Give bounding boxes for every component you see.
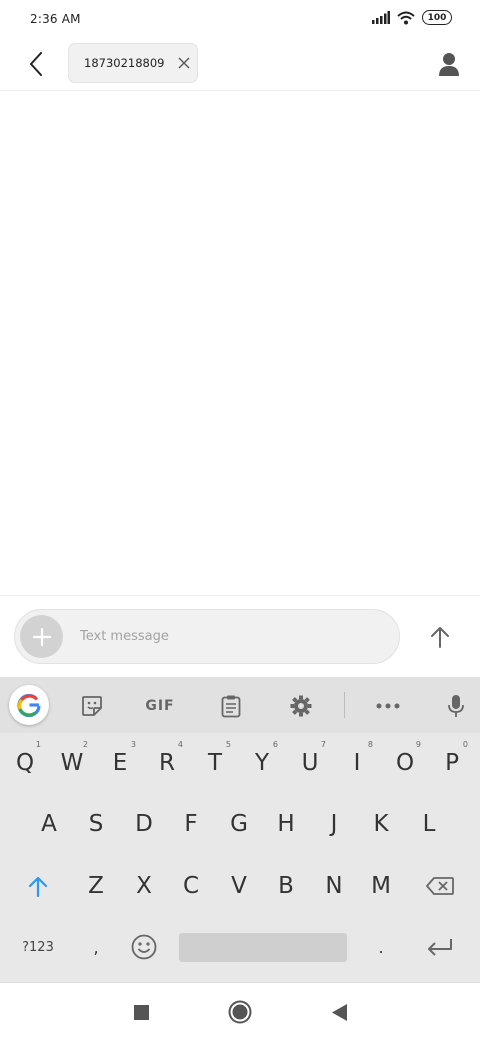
key-f[interactable]: F	[169, 798, 213, 850]
key-p[interactable]: P0	[430, 737, 474, 789]
emoji-key[interactable]	[122, 921, 166, 973]
shift-key[interactable]	[16, 860, 60, 912]
google-button[interactable]	[9, 685, 49, 725]
period-key[interactable]: .	[359, 921, 403, 973]
mic-icon	[448, 695, 464, 717]
clipboard-icon	[221, 695, 241, 718]
key-o[interactable]: O9	[383, 737, 427, 789]
status-time: 2:36 AM	[30, 12, 81, 26]
key-d[interactable]: D	[122, 798, 166, 850]
chevron-left-icon	[30, 52, 42, 76]
key-i[interactable]: I8	[335, 737, 379, 789]
key-t[interactable]: T5	[193, 737, 237, 789]
sticker-button[interactable]	[72, 686, 112, 726]
battery-level: 100	[427, 12, 447, 23]
add-attachment-button[interactable]	[20, 615, 63, 658]
key-b[interactable]: B	[264, 860, 308, 912]
key-q[interactable]: Q1	[3, 737, 47, 789]
key-n[interactable]: N	[312, 860, 356, 912]
key-z[interactable]: Z	[74, 860, 118, 912]
status-icons: 100	[372, 10, 452, 25]
remove-recipient-button[interactable]	[176, 55, 192, 71]
symbols-key[interactable]: ?123	[16, 921, 60, 973]
home-button[interactable]	[225, 997, 255, 1027]
header-divider	[0, 90, 480, 91]
person-icon	[439, 53, 459, 76]
clipboard-button[interactable]	[211, 686, 251, 726]
gif-label: GIF	[145, 698, 175, 714]
gif-button[interactable]: GIF	[140, 686, 180, 726]
keyboard-toolbar: GIF	[0, 677, 480, 733]
key-g[interactable]: G	[217, 798, 261, 850]
key-c[interactable]: C	[169, 860, 213, 912]
comma-key[interactable]: ,	[74, 921, 118, 973]
send-button[interactable]	[420, 617, 460, 657]
key-j[interactable]: J	[312, 798, 356, 850]
key-x[interactable]: X	[122, 860, 166, 912]
recipient-number: 18730218809	[84, 56, 165, 70]
keyboard: GIF Q 1 W 2 E 3 R 4 T 5 Y 6 U 7 I 8 O 9 …	[0, 677, 480, 982]
more-button[interactable]	[368, 686, 408, 726]
close-icon	[178, 57, 190, 69]
toolbar-divider	[344, 692, 345, 718]
key-w[interactable]: W2	[50, 737, 94, 789]
backspace-key[interactable]	[418, 860, 462, 912]
contact-button[interactable]	[432, 48, 466, 80]
signal-icon	[372, 11, 390, 24]
voice-input-button[interactable]	[436, 686, 476, 726]
back-triangle-icon	[331, 1003, 347, 1021]
key-s[interactable]: S	[74, 798, 118, 850]
back-nav-button[interactable]	[324, 997, 354, 1027]
backspace-icon	[426, 877, 454, 895]
key-r[interactable]: R4	[145, 737, 189, 789]
message-composer: Text message	[14, 609, 400, 664]
space-bar[interactable]	[179, 933, 347, 962]
more-icon	[376, 703, 400, 709]
key-y[interactable]: Y6	[240, 737, 284, 789]
google-icon	[17, 693, 41, 717]
sticker-icon	[82, 696, 102, 716]
key-h[interactable]: H	[264, 798, 308, 850]
composer-divider	[0, 595, 480, 596]
wifi-icon	[397, 11, 415, 24]
recipient-chip[interactable]: 18730218809	[68, 43, 198, 83]
gear-icon	[290, 695, 312, 717]
settings-button[interactable]	[281, 686, 321, 726]
arrow-up-icon	[431, 627, 449, 648]
key-k[interactable]: K	[359, 798, 403, 850]
enter-icon	[428, 939, 452, 956]
shift-arrow-icon	[28, 876, 48, 897]
key-v[interactable]: V	[217, 860, 261, 912]
home-circle-icon	[228, 1000, 252, 1024]
recents-square-icon	[133, 1004, 149, 1020]
battery-icon: 100	[422, 10, 452, 25]
key-u[interactable]: U7	[288, 737, 332, 789]
recents-button[interactable]	[126, 997, 156, 1027]
enter-key[interactable]	[418, 921, 462, 973]
key-a[interactable]: A	[27, 798, 71, 850]
navigation-bar	[0, 982, 480, 1040]
back-button[interactable]	[20, 48, 52, 80]
message-input[interactable]: Text message	[80, 629, 169, 644]
key-m[interactable]: M	[359, 860, 403, 912]
emoji-icon	[131, 934, 157, 960]
key-l[interactable]: L	[407, 798, 451, 850]
key-e[interactable]: E3	[98, 737, 142, 789]
plus-icon	[32, 627, 51, 646]
